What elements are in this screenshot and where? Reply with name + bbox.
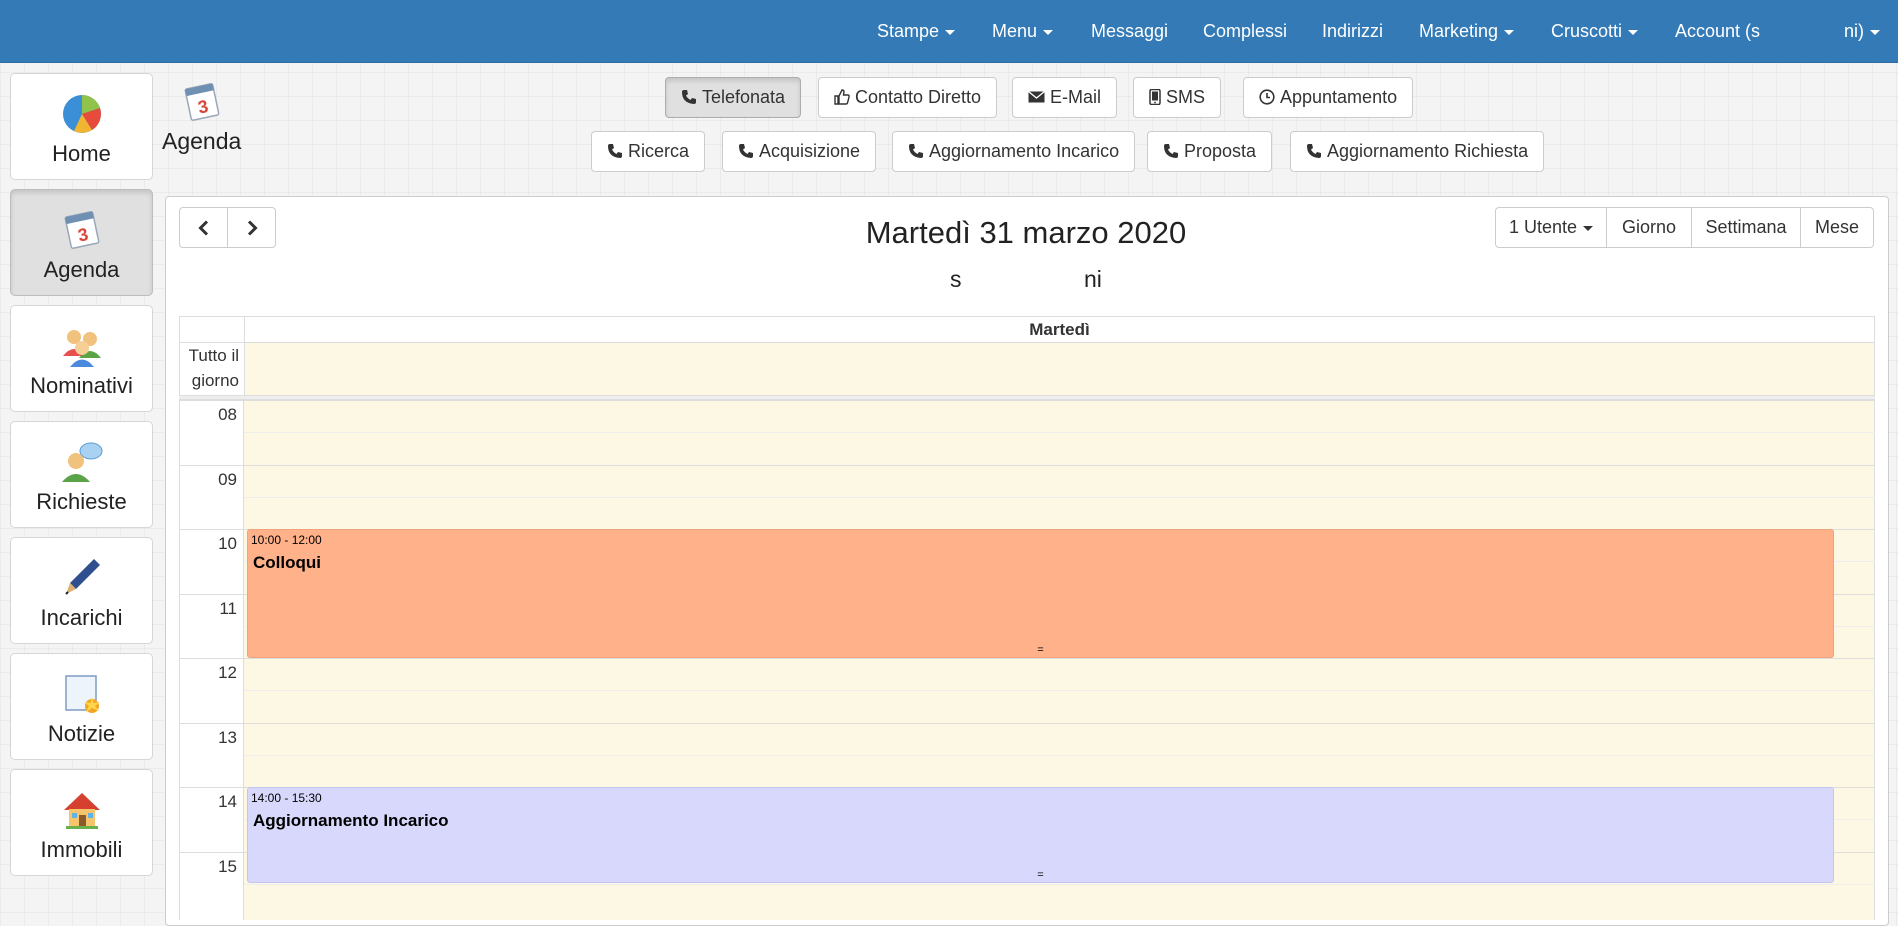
calendar-icon: 3 [64, 211, 99, 249]
sidebar-item-nominativi[interactable]: Nominativi [10, 305, 153, 412]
contatto-diretto-button[interactable]: Contatto Diretto [818, 77, 998, 118]
hour-label: 15 [218, 857, 237, 876]
top-navbar: Stampe Menu Messaggi Complessi Indirizzi… [0, 0, 1898, 63]
sidebar-item-richieste[interactable]: Richieste [10, 421, 153, 528]
sidebar-item-label: Incarichi [40, 605, 123, 630]
hour-grid-line [179, 465, 1875, 466]
chevron-right-icon [247, 220, 258, 236]
nav-cruscotti[interactable]: Cruscotti [1551, 0, 1639, 63]
sms-button[interactable]: SMS [1133, 77, 1222, 118]
telefonata-button[interactable]: Telefonata [665, 77, 802, 118]
sidebar-item-agenda[interactable]: 3 Agenda [10, 189, 153, 296]
nav-complessi[interactable]: Complessi [1203, 0, 1287, 63]
caret-down-icon [1870, 29, 1881, 35]
clock-icon [1259, 89, 1275, 105]
hour-label: 10 [218, 534, 237, 553]
thumbs-up-icon [834, 89, 850, 105]
view-mese-button[interactable]: Mese [1800, 207, 1874, 248]
user-filter-dropdown[interactable]: 1 Utente [1495, 207, 1607, 248]
pie-chart-icon [62, 95, 101, 133]
calendar-event[interactable]: 10:00 - 12:00 Colloqui = [247, 529, 1834, 658]
sidebar-item-home[interactable]: Home [10, 73, 153, 180]
nav-marketing[interactable]: Marketing [1419, 0, 1515, 63]
view-settimana-button[interactable]: Settimana [1691, 207, 1801, 248]
phone-icon [909, 144, 923, 158]
day-header-row: Martedì [179, 316, 1875, 343]
allday-label: Tutto il giorno [179, 343, 244, 396]
sidebar-item-label: Immobili [40, 837, 123, 862]
phone-icon [1307, 144, 1321, 158]
hour-grid-line [179, 723, 1875, 724]
event-resize-handle[interactable]: = [248, 645, 1833, 656]
envelope-icon [1028, 90, 1045, 103]
prev-button[interactable] [179, 207, 228, 248]
hour-label: 09 [218, 470, 237, 489]
ricerca-button[interactable]: Ricerca [591, 131, 706, 172]
hour-grid-line [179, 658, 1875, 659]
hour-label: 13 [218, 728, 237, 747]
page-title: Agenda [162, 128, 242, 154]
caret-down-icon [945, 29, 956, 35]
phone-icon [739, 144, 753, 158]
hour-label: 12 [218, 663, 237, 682]
proposta-button[interactable]: Proposta [1147, 131, 1273, 172]
house-icon [63, 793, 100, 829]
users-icon [62, 330, 101, 367]
half-hour-grid-line [244, 497, 1875, 498]
pen-icon [64, 559, 100, 595]
phone-icon [682, 90, 696, 104]
half-hour-grid-line [244, 884, 1875, 885]
half-hour-grid-line [244, 690, 1875, 691]
nav-account[interactable]: Account (s [1675, 0, 1760, 63]
calendar-date-title: Martedì 31 marzo 2020 [865, 215, 1187, 250]
allday-slot[interactable] [244, 343, 1875, 396]
sidebar-item-immobili[interactable]: Immobili [10, 769, 153, 876]
nav-messaggi[interactable]: Messaggi [1091, 0, 1168, 63]
caret-down-icon [1628, 29, 1639, 35]
half-hour-grid-line [244, 755, 1875, 756]
hour-grid-line [179, 400, 1875, 401]
appuntamento-button[interactable]: Appuntamento [1243, 77, 1414, 118]
nav-menu[interactable]: Menu [992, 0, 1054, 63]
email-button[interactable]: E-Mail [1012, 77, 1118, 118]
nav-stampe[interactable]: Stampe [877, 0, 956, 63]
calendar-subtitle-left: s [950, 266, 962, 292]
sidebar-item-incarichi[interactable]: Incarichi [10, 537, 153, 644]
sidebar-item-label: Home [52, 141, 111, 166]
caret-down-icon [1043, 29, 1054, 35]
sidebar-item-notizie[interactable]: Notizie [10, 653, 153, 760]
day-header: Martedì [1029, 320, 1090, 339]
hour-label: 14 [218, 792, 237, 811]
sidebar-item-label: Richieste [36, 489, 127, 514]
hour-label: 11 [219, 599, 237, 618]
nav-indirizzi[interactable]: Indirizzi [1322, 0, 1383, 63]
sidebar-item-label: Notizie [47, 721, 116, 746]
acquisizione-button[interactable]: Acquisizione [722, 131, 877, 172]
event-resize-handle[interactable]: = [248, 870, 1833, 881]
sidebar-item-label: Agenda [43, 257, 120, 282]
calendar-event[interactable]: 14:00 - 15:30 Aggiornamento Incarico = [247, 787, 1834, 883]
half-hour-grid-line [244, 432, 1875, 433]
calendar-subtitle-right: ni [1084, 266, 1102, 292]
calendar-icon: 3 [184, 83, 220, 121]
hour-label: 08 [218, 405, 237, 424]
news-icon [64, 675, 100, 713]
event-title: Aggiornamento Incarico [253, 811, 449, 830]
event-title: Colloqui [253, 553, 321, 572]
caret-down-icon [1583, 225, 1594, 231]
chevron-left-icon [198, 220, 209, 236]
event-time: 14:00 - 15:30 [251, 791, 322, 805]
aggiornamento-richiesta-button[interactable]: Aggiornamento Richiesta [1290, 131, 1545, 172]
view-giorno-button[interactable]: Giorno [1606, 207, 1692, 248]
aggiornamento-incarico-button[interactable]: Aggiornamento Incarico [892, 131, 1136, 172]
event-time: 10:00 - 12:00 [251, 533, 322, 547]
mobile-icon [1149, 88, 1161, 106]
next-button[interactable] [227, 207, 276, 248]
nav-account-dropdown[interactable]: ni) [1844, 0, 1881, 63]
user-chat-icon [61, 442, 102, 482]
phone-icon [1164, 144, 1178, 158]
phone-icon [608, 144, 622, 158]
caret-down-icon [1504, 29, 1515, 35]
sidebar-item-label: Nominativi [30, 373, 133, 398]
